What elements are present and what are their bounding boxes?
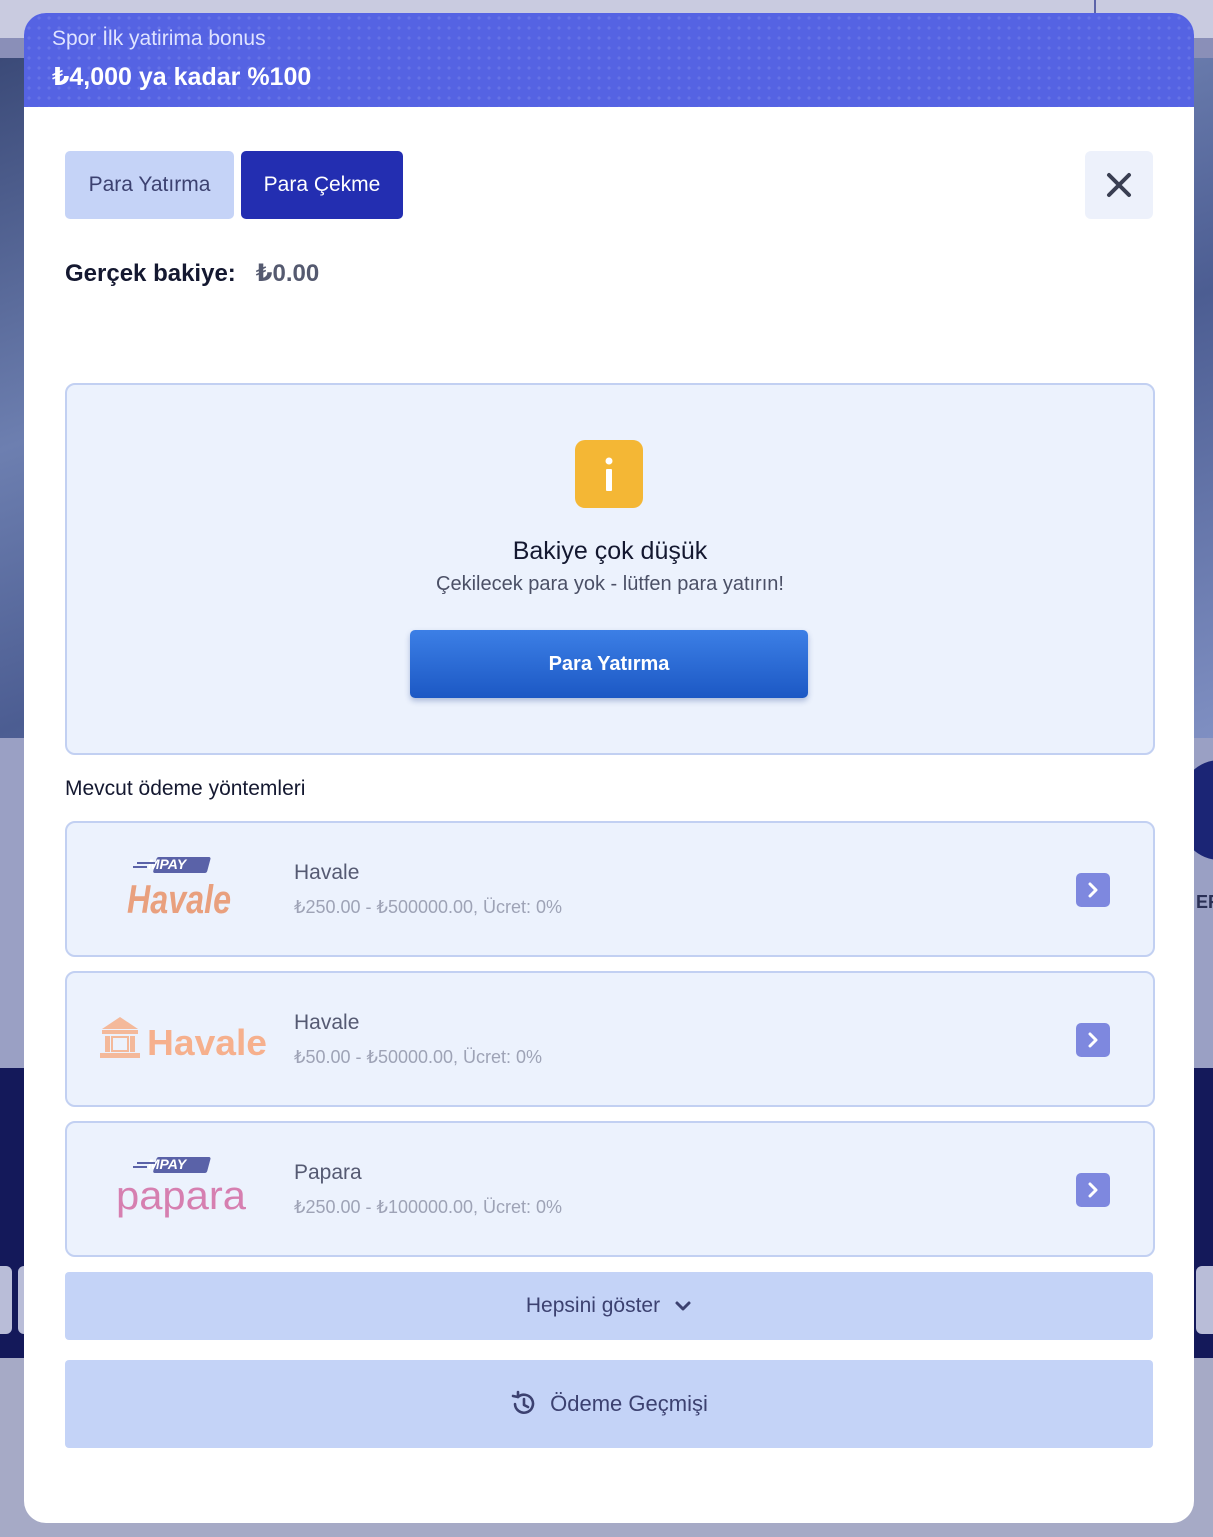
chevron-right-icon[interactable] xyxy=(1076,1023,1110,1057)
method-name: Havale xyxy=(294,1011,360,1034)
payment-history-label: Ödeme Geçmişi xyxy=(550,1391,708,1416)
background-divider xyxy=(1094,0,1096,14)
chevron-right-icon[interactable] xyxy=(1076,873,1110,907)
balance-value: ₺0.00 xyxy=(255,260,320,287)
bank-havale-logo: Havale xyxy=(87,993,277,1085)
method-limits: ₺250.00 - ₺500000.00, Ücret: 0% xyxy=(294,897,563,917)
show-all-label: Hepsini göster xyxy=(525,1294,661,1317)
chevron-right-icon[interactable] xyxy=(1076,1173,1110,1207)
payment-method-item[interactable]: MPAY papara Papara ₺250.00 - ₺100000.00,… xyxy=(65,1121,1155,1257)
method-limits: ₺250.00 - ₺100000.00, Ücret: 0% xyxy=(294,1197,563,1217)
svg-text:Havale: Havale xyxy=(147,1022,267,1063)
notice-title: Bakiye çok düşük xyxy=(512,537,708,565)
mpay-havale-logo: MPAY Havale xyxy=(87,843,277,935)
notice-description: Çekilecek para yok - lütfen para yatırın… xyxy=(436,573,784,595)
bonus-banner[interactable]: Spor İlk yatirima bonus ₺4,000 ya kadar … xyxy=(24,13,1194,107)
tab-bar: Para Yatırma Para Çekme xyxy=(65,151,403,219)
close-icon xyxy=(1107,173,1131,197)
balance-row: Gerçek bakiye: ₺0.00 xyxy=(65,259,319,288)
balance-label: Gerçek bakiye: xyxy=(65,260,236,287)
bonus-subtitle: Spor İlk yatirima bonus xyxy=(52,27,266,50)
payment-method-item[interactable]: Havale Havale ₺50.00 - ₺50000.00, Ücret:… xyxy=(65,971,1155,1107)
show-all-button[interactable]: Hepsini göster xyxy=(65,1272,1153,1340)
tab-deposit[interactable]: Para Yatırma xyxy=(65,151,234,219)
background-text: ERİ xyxy=(1196,892,1213,912)
info-icon xyxy=(575,440,643,508)
tab-withdraw[interactable]: Para Çekme xyxy=(241,151,403,219)
method-name: Havale xyxy=(294,861,360,884)
deposit-button[interactable]: Para Yatırma xyxy=(410,630,808,698)
low-balance-notice: Bakiye çok düşük Çekilecek para yok - lü… xyxy=(65,383,1155,755)
payment-method-item[interactable]: MPAY Havale Havale ₺250.00 - ₺500000.00,… xyxy=(65,821,1155,957)
chevron-down-icon xyxy=(675,1301,691,1311)
method-name: Papara xyxy=(294,1161,362,1184)
svg-text:papara: papara xyxy=(116,1174,247,1218)
background-chip xyxy=(0,1266,12,1334)
payment-methods-title: Mevcut ödeme yöntemleri xyxy=(65,777,306,800)
mpay-papara-logo: MPAY papara xyxy=(87,1143,277,1235)
bonus-title: ₺4,000 ya kadar %100 xyxy=(52,63,312,91)
withdraw-modal: Spor İlk yatirima bonus ₺4,000 ya kadar … xyxy=(24,13,1194,1523)
background-chip xyxy=(1196,1266,1213,1334)
method-limits: ₺50.00 - ₺50000.00, Ücret: 0% xyxy=(294,1047,543,1067)
history-icon xyxy=(511,1390,535,1414)
svg-text:Havale: Havale xyxy=(127,878,231,922)
bank-icon xyxy=(100,1017,140,1058)
payment-history-button[interactable]: Ödeme Geçmişi xyxy=(65,1360,1153,1448)
close-button[interactable] xyxy=(1085,151,1153,219)
